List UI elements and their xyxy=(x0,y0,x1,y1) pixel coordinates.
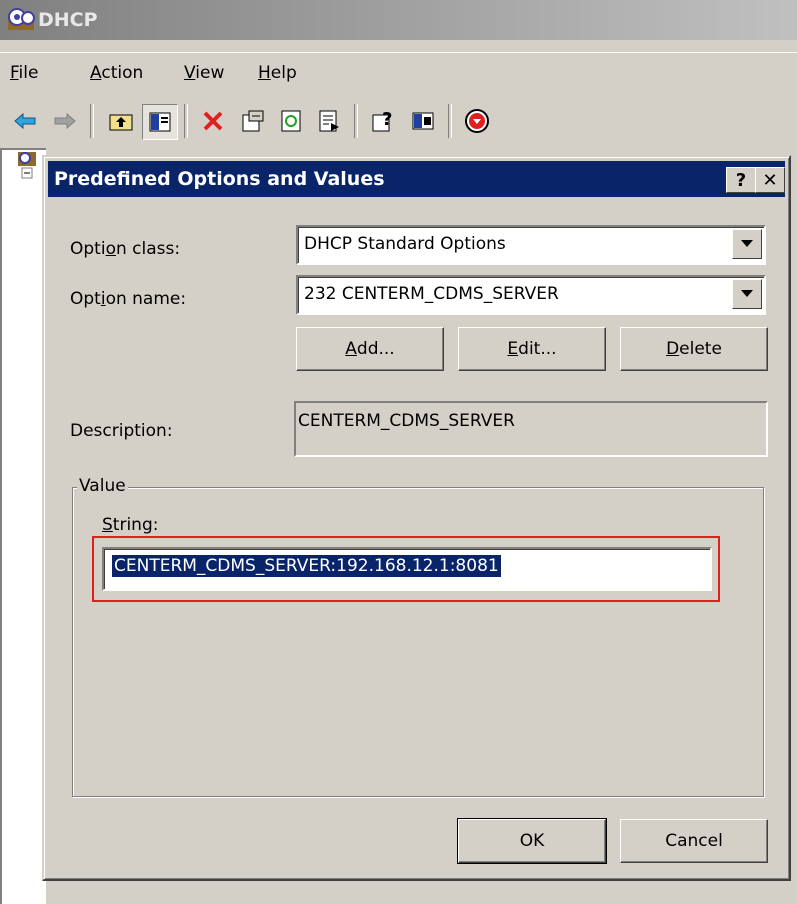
cancel-button[interactable]: Cancel xyxy=(620,819,768,863)
description-label: Description: xyxy=(70,421,173,441)
export-list-icon[interactable] xyxy=(312,104,346,138)
up-folder-icon[interactable] xyxy=(104,104,138,138)
back-arrow-icon[interactable] xyxy=(8,104,42,138)
properties-icon[interactable] xyxy=(236,104,270,138)
svg-text:?: ? xyxy=(382,109,392,130)
menu-view[interactable]: View xyxy=(184,63,224,83)
window-title: DHCP xyxy=(38,9,98,31)
help-icon[interactable]: ? xyxy=(366,104,400,138)
menu-file[interactable]: File xyxy=(10,63,38,83)
string-label: String: xyxy=(102,515,159,535)
dialog-title: Predefined Options and Values xyxy=(54,168,385,190)
menu-help[interactable]: Help xyxy=(258,63,297,83)
forward-arrow-icon[interactable] xyxy=(48,104,82,138)
console-icon[interactable] xyxy=(406,104,440,138)
option-name-label: Option name: xyxy=(70,289,187,309)
window-title-bar: DHCP xyxy=(0,0,797,40)
toolbar: ? xyxy=(0,100,797,142)
tree-root-icon xyxy=(18,152,36,179)
chevron-down-icon[interactable] xyxy=(732,229,762,259)
dialog-title-bar: Predefined Options and Values ? ✕ xyxy=(48,161,785,197)
description-field: CENTERM_CDMS_SERVER xyxy=(294,401,768,457)
option-class-label: Option class: xyxy=(70,239,181,259)
option-name-select[interactable]: 232 CENTERM_CDMS_SERVER xyxy=(296,275,766,315)
help-button[interactable]: ? xyxy=(726,167,756,193)
console-tree-pane xyxy=(0,148,46,904)
close-icon: ✕ xyxy=(762,169,778,191)
predefined-options-dialog: Predefined Options and Values ? ✕ Option… xyxy=(42,155,791,881)
add-button[interactable]: Add... xyxy=(296,327,444,371)
ok-button[interactable]: OK xyxy=(457,818,607,864)
option-class-select[interactable]: DHCP Standard Options xyxy=(296,225,766,265)
value-group-label: Value xyxy=(77,476,128,496)
chevron-down-icon[interactable] xyxy=(732,279,762,309)
stop-service-icon[interactable] xyxy=(460,104,494,138)
delete-icon[interactable] xyxy=(196,104,230,138)
edit-button[interactable]: Edit... xyxy=(458,327,606,371)
menu-bar: File Action View Help xyxy=(0,52,797,89)
close-button[interactable]: ✕ xyxy=(755,167,785,193)
menu-action[interactable]: Action xyxy=(90,63,143,83)
value-groupbox: Value xyxy=(72,476,764,797)
annotation-highlight-box xyxy=(92,536,720,602)
refresh-icon[interactable] xyxy=(274,104,308,138)
delete-button[interactable]: Delete xyxy=(620,327,768,371)
show-hide-tree-icon[interactable] xyxy=(142,104,178,140)
dhcp-app-icon xyxy=(8,8,35,30)
